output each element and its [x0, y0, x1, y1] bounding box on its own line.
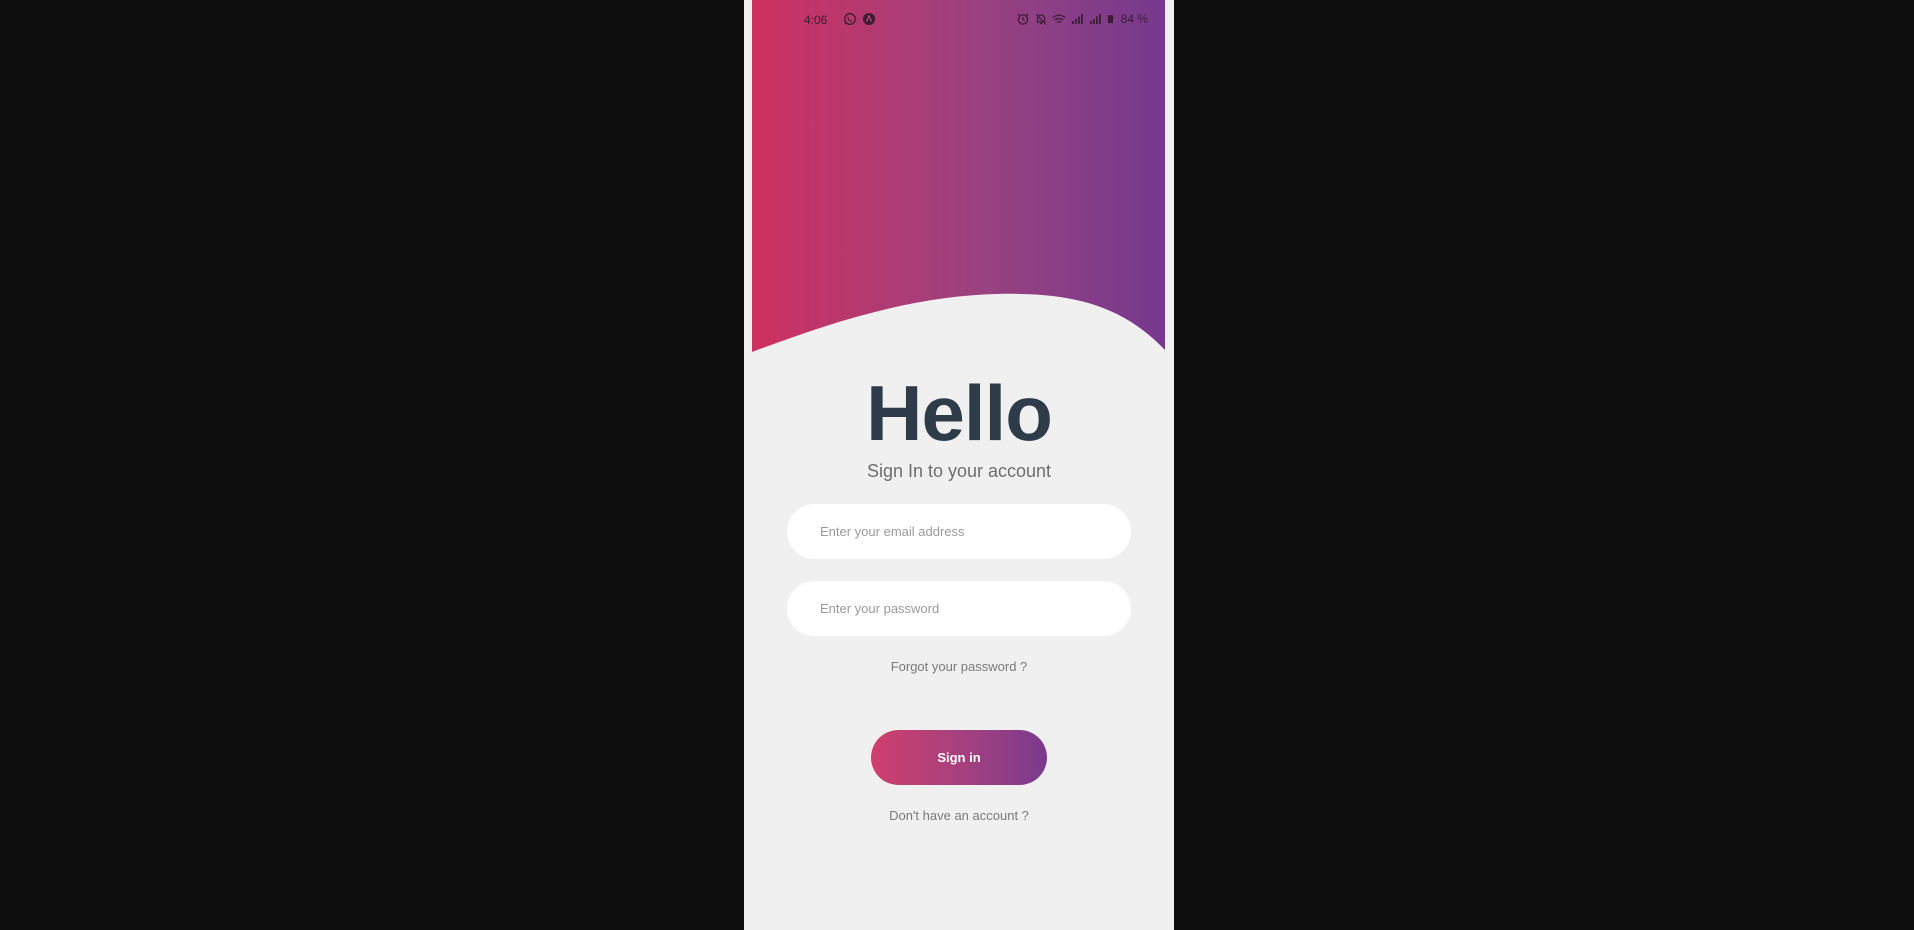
page-subtitle: Sign In to your account — [866, 461, 1052, 481]
whatsapp-icon — [844, 13, 856, 25]
signal-icon — [1071, 14, 1083, 24]
phone-screen: 4:06 84 % Hello Sign In to your account … — [744, 0, 1174, 930]
email-input[interactable] — [787, 504, 1131, 559]
battery-icon — [1107, 15, 1113, 24]
page-title: Hello — [866, 369, 1053, 457]
password-input[interactable] — [787, 581, 1131, 636]
mute-icon — [1035, 13, 1047, 25]
alarm-icon — [1017, 13, 1029, 25]
sign-up-link[interactable]: Don't have an account ? — [744, 808, 1174, 823]
sign-in-button[interactable]: Sign in — [871, 730, 1047, 785]
battery-percentage: 84 % — [1120, 12, 1148, 26]
status-time: 4:06 — [804, 13, 828, 27]
wifi-icon — [1052, 14, 1066, 24]
signal-icon — [1089, 14, 1101, 24]
app-notification-icon — [863, 13, 875, 25]
forgot-password-link[interactable]: Forgot your password ? — [744, 659, 1174, 674]
header-gradient-wave — [752, 0, 1165, 352]
wave-shape — [752, 0, 1165, 352]
status-bar: 4:06 84 % — [744, 0, 1174, 40]
